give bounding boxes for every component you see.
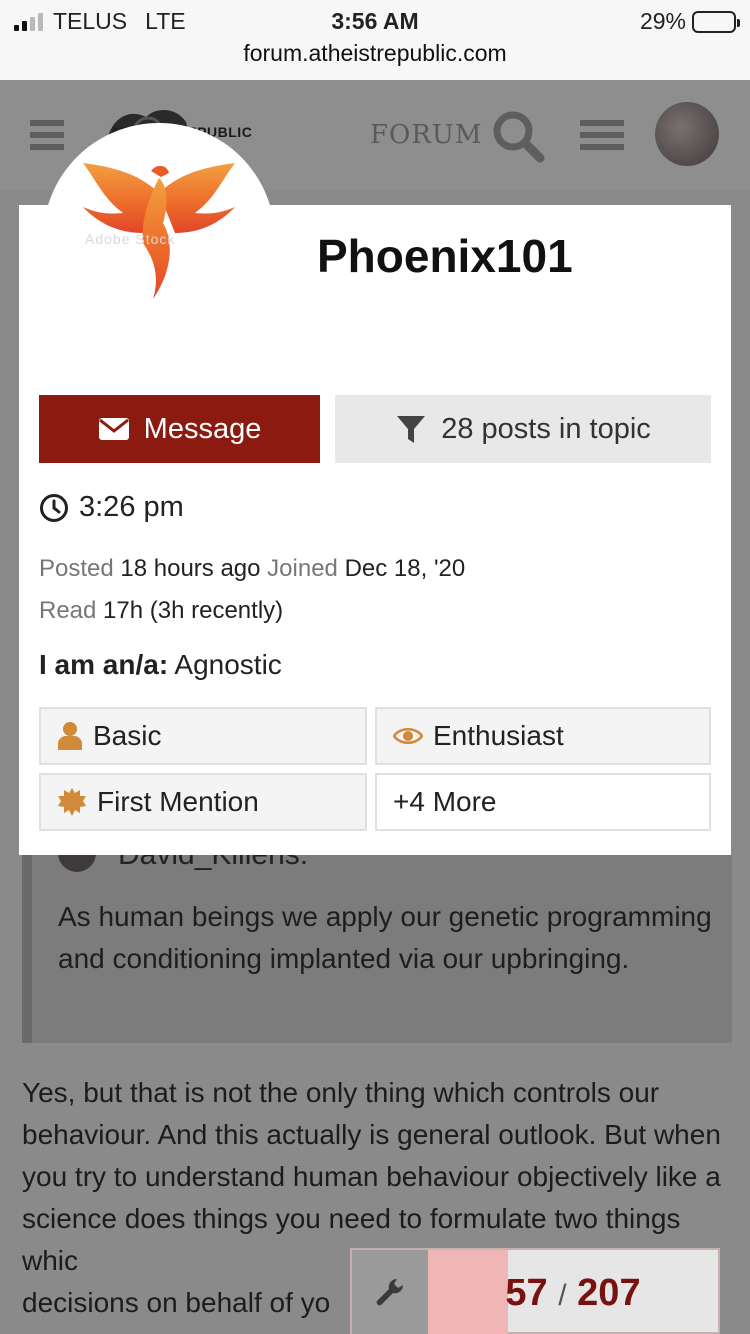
- posted-value: 18 hours ago: [120, 555, 261, 582]
- person-icon: [58, 722, 82, 750]
- read-meta: Read 17h (3h recently): [39, 597, 283, 625]
- status-bar: TELUS LTE 3:56 AM 29% forum.atheistrepub…: [0, 0, 750, 80]
- badge-icon: [58, 788, 86, 816]
- quote-text: As human beings we apply our genetic pro…: [58, 901, 712, 974]
- profile-avatar[interactable]: Adobe Stock: [43, 123, 275, 355]
- badge-label: Enthusiast: [433, 720, 564, 751]
- post-meta: Posted 18 hours ago Joined Dec 18, '20: [39, 555, 465, 583]
- avatar-watermark: Adobe Stock: [85, 231, 176, 247]
- username[interactable]: Phoenix101: [317, 229, 573, 283]
- joined-value: Dec 18, '20: [344, 555, 466, 582]
- belief-value: Agnostic: [174, 649, 282, 680]
- belief-field: I am an/a: Agnostic: [39, 649, 282, 681]
- badge-label: First Mention: [97, 786, 259, 817]
- post-body-text-cont: decisions on behalf of yo: [22, 1287, 331, 1318]
- badge-label: +4 More: [393, 786, 497, 817]
- read-label: Read: [39, 597, 97, 624]
- more-badges-button[interactable]: +4 More: [375, 773, 711, 831]
- address-bar[interactable]: forum.atheistrepublic.com: [0, 40, 750, 67]
- menu-icon[interactable]: [30, 120, 64, 150]
- envelope-icon: [98, 418, 129, 440]
- progress-separator: /: [558, 1279, 567, 1312]
- read-value: 17h (3h recently): [103, 597, 284, 624]
- filter-icon: [397, 416, 426, 443]
- badge-first-mention[interactable]: First Mention: [39, 773, 367, 831]
- local-time-value: 3:26 pm: [79, 491, 184, 523]
- posted-label: Posted: [39, 555, 114, 582]
- filter-posts-label: 28 posts in topic: [441, 412, 651, 445]
- filter-posts-button[interactable]: 28 posts in topic: [335, 395, 711, 463]
- badge-enthusiast[interactable]: Enthusiast: [375, 707, 711, 765]
- progress-current: 57: [505, 1272, 548, 1314]
- clock-icon: [40, 493, 68, 522]
- post-body-text: Yes, but that is not the only thing whic…: [22, 1077, 721, 1276]
- wrench-icon[interactable]: [352, 1250, 428, 1334]
- badge-basic[interactable]: Basic: [39, 707, 367, 765]
- user-avatar[interactable]: [655, 102, 719, 166]
- belief-label: I am an/a:: [39, 649, 169, 680]
- message-button[interactable]: Message: [39, 395, 320, 463]
- forum-label: FORUM: [370, 120, 483, 150]
- topic-progress[interactable]: 57 / 207: [350, 1248, 720, 1334]
- progress-total: 207: [577, 1272, 641, 1314]
- search-icon[interactable]: [490, 108, 546, 164]
- clock: 3:56 AM: [331, 8, 419, 34]
- progress-counter: 57 / 207: [428, 1272, 718, 1315]
- local-time: 3:26 pm: [39, 491, 184, 524]
- list-menu-icon[interactable]: [580, 120, 624, 150]
- battery-icon: [692, 10, 740, 33]
- message-button-label: Message: [143, 412, 262, 445]
- eye-icon: [393, 728, 423, 744]
- joined-label: Joined: [267, 555, 338, 582]
- battery: 29%: [639, 8, 740, 35]
- badge-label: Basic: [93, 720, 162, 751]
- battery-percent: 29%: [639, 8, 686, 34]
